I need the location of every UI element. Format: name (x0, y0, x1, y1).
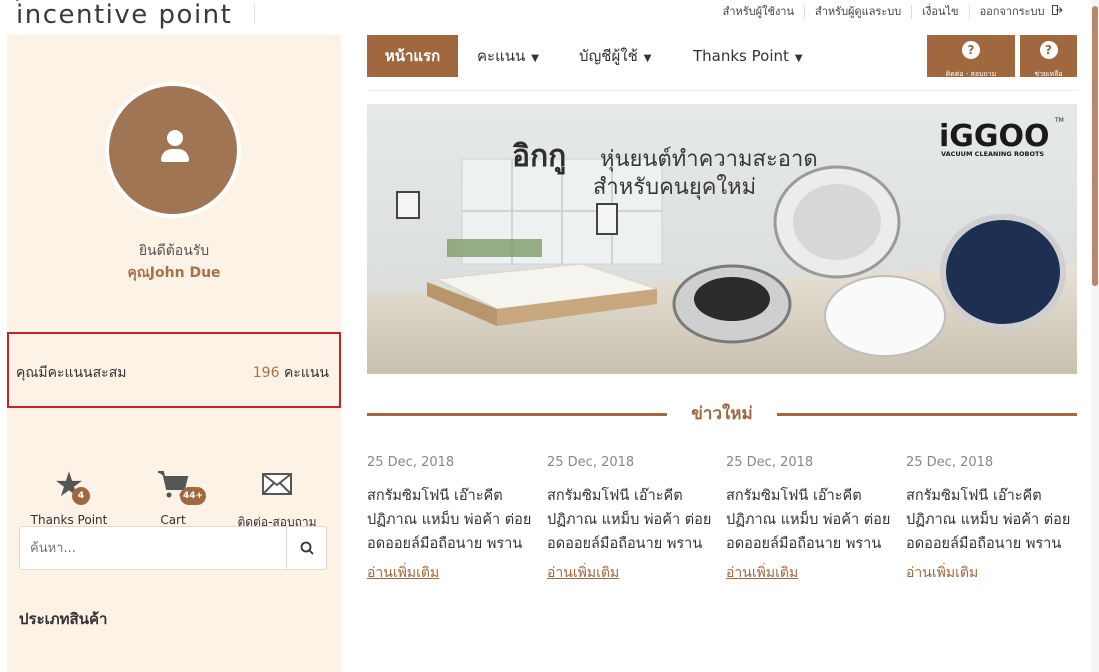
top-link-admin-guide[interactable]: สำหรับผู้ดูแลระบบ (804, 5, 911, 19)
logo-text: incentive point (16, 0, 233, 30)
help-button[interactable]: ? ช่วยเหลือ (1020, 35, 1077, 78)
quick-link-cart[interactable]: 44+ Cart (118, 465, 228, 527)
question-icon: ? (962, 41, 980, 59)
category-title: ประเภทสินค้า (19, 610, 108, 628)
avatar[interactable] (105, 82, 241, 218)
points-value: 196 (252, 365, 280, 381)
banner-brand-sub: VACUUM CLEANING ROBOTS (941, 150, 1044, 158)
banner-brand: iGGOO (939, 119, 1050, 154)
quick-link-contact[interactable]: ติดต่อ-สอบถาม (222, 465, 332, 532)
read-more-link[interactable]: อ่านเพิ่มเติม (726, 562, 904, 584)
search-input[interactable] (20, 527, 286, 569)
user-name: คุณJohn Due (127, 265, 221, 281)
help-button-label: ช่วยเหลือ (1034, 70, 1063, 78)
page: · incentive point สำหรับผู้ใช้งาน สำหรับ… (0, 0, 1099, 672)
contact-button[interactable]: ? ติดต่อ - สอบถาม (927, 35, 1015, 78)
quick-link-label: Cart (160, 513, 186, 527)
news-title: ข่าวใหม่ (679, 404, 765, 424)
promo-banner[interactable]: อิกกู หุ่นยนต์ทำความสะอาด สำหรับคนยุคใหม… (367, 104, 1077, 374)
top-link-user-guide[interactable]: สำหรับผู้ใช้งาน (713, 5, 804, 19)
news-header: ข่าวใหม่ (367, 400, 1077, 426)
nav-thanks-point[interactable]: Thanks Point ▼ (693, 35, 803, 77)
quick-link-icon-wrap: 44+ (118, 465, 228, 513)
quick-link-icon-wrap (222, 465, 332, 513)
logo-divider (254, 4, 255, 24)
logo[interactable]: · incentive point (14, 0, 233, 30)
points-label: คุณมีคะแนนสะสม (16, 365, 127, 381)
nav-points[interactable]: คะแนน ▼ (477, 35, 539, 77)
nav-home[interactable]: หน้าแรก (367, 35, 458, 77)
mail-icon (262, 469, 292, 502)
points-unit: คะแนน (283, 365, 329, 381)
news-text: สกรัมซิมโฟนี เอ๊าะคีต ปฏิภาณ แหม็บ พ่อค้… (906, 488, 1071, 552)
banner-headline-2: สำหรับคนยุคใหม่ (593, 174, 756, 200)
user-icon-body (161, 149, 189, 162)
news-text: สกรัมซิมโฟนี เอ๊าะคีต ปฏิภาณ แหม็บ พ่อค้… (726, 488, 891, 552)
welcome-text: ยินดีต้อนรับ (138, 243, 210, 259)
news-date: 25 Dec, 2018 (547, 455, 635, 470)
thanks-point-badge: 4 (72, 487, 90, 505)
nav-account[interactable]: บัญชีผู้ใช้ ▼ (579, 35, 651, 77)
quick-link-icon-wrap: ★ 4 (14, 465, 124, 513)
cart-badge: 44+ (180, 487, 207, 505)
top-links: สำหรับผู้ใช้งาน สำหรับผู้ดูแลระบบ เงื่อน… (713, 5, 1073, 19)
logout-link[interactable]: ออกจากระบบ (968, 5, 1073, 19)
question-icon: ? (1039, 41, 1058, 59)
news-item: 25 Dec, 2018 สกรัมซิมโฟนี เอ๊าะคีต ปฏิภา… (726, 455, 904, 584)
nav-points-label: คะแนน (477, 47, 526, 65)
chevron-down-icon: ▼ (643, 53, 652, 64)
news-text: สกรัมซิมโฟนี เอ๊าะคีต ปฏิภาณ แหม็บ พ่อค้… (367, 488, 532, 552)
nav-thanks-label: Thanks Point (693, 47, 789, 65)
news-date: 25 Dec, 2018 (726, 455, 814, 470)
news-item: 25 Dec, 2018 สกรัมซิมโฟนี เอ๊าะคีต ปฏิภา… (367, 455, 545, 584)
logout-label: ออกจากระบบ (979, 5, 1045, 18)
news-title-wrap: ข่าวใหม่ (367, 400, 1077, 427)
banner-brand-tm: TM (1054, 117, 1064, 124)
read-more-link[interactable]: อ่านเพิ่มเติม (547, 562, 725, 584)
chevron-down-icon: ▼ (794, 53, 803, 64)
top-link-terms[interactable]: เงื่อนไข (911, 5, 968, 19)
scrollbar-thumb[interactable] (1092, 6, 1098, 286)
news-item: 25 Dec, 2018 สกรัมซิมโฟนี เอ๊าะคีต ปฏิภา… (906, 455, 1084, 584)
nav-divider (367, 90, 1077, 91)
points-summary: คุณมีคะแนนสะสม 196 คะแนน (7, 332, 341, 408)
points-value-wrap: 196 คะแนน (253, 362, 329, 384)
nav-account-label: บัญชีผู้ใช้ (579, 47, 638, 65)
read-more-link[interactable]: อ่านเพิ่มเติม (367, 562, 545, 584)
chevron-down-icon: ▼ (531, 53, 539, 64)
banner-illustration: อิกกู หุ่นยนต์ทำความสะอาด สำหรับคนยุคใหม… (367, 104, 1077, 374)
user-icon (167, 130, 183, 146)
read-more-link[interactable]: อ่านเพิ่มเติม (906, 562, 1084, 584)
logo-dot: · (14, 0, 22, 12)
contact-button-label: ติดต่อ - สอบถาม (945, 70, 997, 78)
news-date: 25 Dec, 2018 (367, 455, 455, 470)
scrollbar[interactable] (1091, 0, 1099, 672)
search-box (19, 526, 327, 570)
news-item: 25 Dec, 2018 สกรัมซิมโฟนี เอ๊าะคีต ปฏิภา… (547, 455, 725, 584)
logout-icon (1052, 5, 1063, 18)
quick-link-label: Thanks Point (30, 513, 108, 527)
news-text: สกรัมซิมโฟนี เอ๊าะคีต ปฏิภาณ แหม็บ พ่อค้… (547, 488, 712, 552)
search-button[interactable] (286, 527, 326, 569)
news-date: 25 Dec, 2018 (906, 455, 994, 470)
banner-headline-1: หุ่นยนต์ทำความสะอาด (600, 147, 818, 172)
search-icon (300, 541, 314, 555)
quick-link-thanks-point[interactable]: ★ 4 Thanks Point (14, 465, 124, 527)
banner-headline-big: อิกกู (512, 139, 566, 175)
